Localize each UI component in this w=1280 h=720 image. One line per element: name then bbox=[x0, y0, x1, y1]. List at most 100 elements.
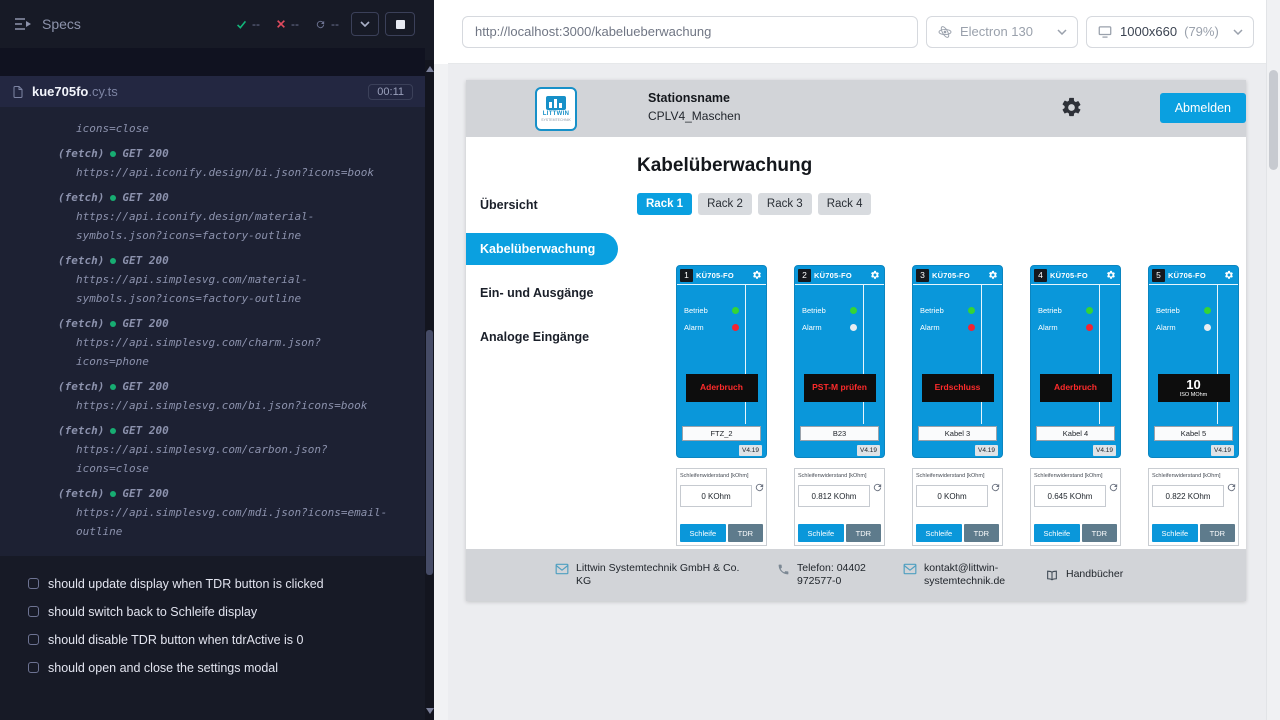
viewport-select[interactable]: 1000x660 (79%) bbox=[1086, 16, 1254, 48]
test-title: should disable TDR button when tdrActive… bbox=[48, 632, 303, 648]
nav-item-analoge-eingaenge[interactable]: Analoge Eingänge bbox=[466, 321, 618, 353]
tdr-button[interactable]: TDR bbox=[1082, 524, 1117, 542]
iso-value-box: 10 ISO MOhm bbox=[1158, 374, 1230, 402]
refresh-icon[interactable] bbox=[1226, 482, 1237, 493]
panel-resizer[interactable] bbox=[434, 0, 448, 720]
x-icon bbox=[276, 19, 286, 29]
schleife-button[interactable]: Schleife bbox=[1034, 524, 1080, 542]
request-url-line: icons=close bbox=[0, 459, 425, 478]
network-log-entry[interactable]: (fetch)GET 200 https://api.simplesvg.com… bbox=[0, 377, 425, 415]
device-settings-icon[interactable] bbox=[870, 270, 880, 280]
footer-company: Littwin Systemtechnik GmbH & Co. KG bbox=[555, 562, 751, 588]
spec-ext: .cy.ts bbox=[88, 84, 117, 99]
tab-rack-2[interactable]: Rack 2 bbox=[698, 193, 752, 215]
settings-gear-icon[interactable] bbox=[1060, 96, 1083, 124]
network-log-entry[interactable]: (fetch)GET 200 https://api.simplesvg.com… bbox=[0, 314, 425, 371]
logo-subtext: SYSTEMTECHNIK bbox=[541, 118, 571, 122]
device-cards: 1 KÜ705-FO Betrieb Alarm Aderbruch FTZ_2… bbox=[676, 265, 1239, 546]
spec-name[interactable]: kue705fo bbox=[32, 84, 88, 99]
test-item[interactable]: should update display when TDR button is… bbox=[0, 570, 425, 598]
runner-scrollbar[interactable] bbox=[425, 60, 434, 720]
tdr-button[interactable]: TDR bbox=[964, 524, 999, 542]
refresh-icon[interactable] bbox=[754, 482, 765, 493]
main-content: Kabelüberwachung Rack 1 Rack 2 Rack 3 Ra… bbox=[618, 137, 1246, 549]
runner-gap bbox=[0, 48, 425, 76]
browser-select[interactable]: Electron 130 bbox=[926, 16, 1078, 48]
footer-manuals[interactable]: Handbücher bbox=[1045, 568, 1123, 582]
test-item[interactable]: should switch back to Schleife display bbox=[0, 598, 425, 626]
stat-pending: -- bbox=[315, 17, 339, 31]
schleife-button[interactable]: Schleife bbox=[680, 524, 726, 542]
request-url-line: icons=close bbox=[0, 119, 425, 138]
tdr-button[interactable]: TDR bbox=[846, 524, 881, 542]
network-log-entry[interactable]: (fetch)GET 200 https://api.iconify.desig… bbox=[0, 144, 425, 182]
firmware-version: V4.19 bbox=[857, 445, 880, 456]
divider bbox=[863, 285, 864, 424]
scrollbar-thumb[interactable] bbox=[426, 330, 433, 575]
page-title: Kabelüberwachung bbox=[637, 155, 812, 177]
tdr-button[interactable]: TDR bbox=[728, 524, 763, 542]
resistance-label: Schleifenwiderstand [kOhm] bbox=[1031, 469, 1120, 480]
test-pending-icon bbox=[28, 578, 39, 589]
nav-item-ein-ausgaenge[interactable]: Ein- und Ausgänge bbox=[466, 277, 618, 309]
station-label: Stationsname bbox=[648, 91, 741, 105]
stat-passed: -- bbox=[236, 17, 260, 31]
test-title: should update display when TDR button is… bbox=[48, 576, 324, 592]
network-log-entry[interactable]: (fetch)GET 200 https://api.simplesvg.com… bbox=[0, 421, 425, 478]
collapse-button[interactable] bbox=[351, 12, 379, 36]
test-item[interactable]: should open and close the settings modal bbox=[0, 654, 425, 682]
device-panel: 4 KÜ705-FO Betrieb Alarm Aderbruch Kabel… bbox=[1030, 265, 1121, 458]
request-type: (fetch) bbox=[58, 377, 104, 396]
page-scrollbar[interactable] bbox=[1266, 0, 1280, 720]
status-dot-icon bbox=[110, 258, 116, 264]
stop-button[interactable] bbox=[385, 12, 415, 36]
device-panel: 5 KÜ706-FO Betrieb Alarm 10 ISO MOhm bbox=[1148, 265, 1239, 458]
specs-label[interactable]: Specs bbox=[42, 16, 81, 32]
device-card-1: 1 KÜ705-FO Betrieb Alarm Aderbruch FTZ_2… bbox=[676, 265, 767, 546]
command-log[interactable]: icons=close (fetch)GET 200 https://api.i… bbox=[0, 107, 425, 556]
aut-background: LITTWIN SYSTEMTECHNIK Stationsname CPLV4… bbox=[448, 64, 1266, 720]
schleife-button[interactable]: Schleife bbox=[1152, 524, 1198, 542]
schleife-button[interactable]: Schleife bbox=[916, 524, 962, 542]
request-status: GET 200 bbox=[122, 144, 168, 163]
device-model: KÜ705-FO bbox=[696, 271, 734, 280]
schleife-button[interactable]: Schleife bbox=[798, 524, 844, 542]
refresh-icon[interactable] bbox=[990, 482, 1001, 493]
device-settings-icon[interactable] bbox=[752, 270, 762, 280]
specs-toggle-icon[interactable] bbox=[14, 17, 32, 31]
betrieb-led bbox=[1086, 307, 1093, 314]
stat-failed: -- bbox=[276, 17, 299, 31]
logout-button[interactable]: Abmelden bbox=[1160, 93, 1246, 123]
spec-file-icon bbox=[12, 85, 24, 99]
network-log-entry[interactable]: (fetch)GET 200 https://api.simplesvg.com… bbox=[0, 484, 425, 541]
tab-rack-1[interactable]: Rack 1 bbox=[637, 193, 692, 215]
tdr-button[interactable]: TDR bbox=[1200, 524, 1235, 542]
divider bbox=[745, 285, 746, 424]
url-input[interactable] bbox=[462, 16, 918, 48]
scrollbar-thumb[interactable] bbox=[1269, 70, 1278, 170]
viewport-icon bbox=[1097, 25, 1113, 39]
device-settings-icon[interactable] bbox=[988, 270, 998, 280]
device-settings-icon[interactable] bbox=[1224, 270, 1234, 280]
tab-rack-3[interactable]: Rack 3 bbox=[758, 193, 812, 215]
test-title: should switch back to Schleife display bbox=[48, 604, 257, 620]
device-model: KÜ705-FO bbox=[814, 271, 852, 280]
network-log-entry[interactable]: (fetch)GET 200 https://api.iconify.desig… bbox=[0, 188, 425, 245]
scroll-up-icon[interactable] bbox=[426, 66, 434, 72]
scroll-down-icon[interactable] bbox=[426, 708, 434, 714]
nav-item-kabelueberwachung[interactable]: Kabelüberwachung bbox=[466, 233, 618, 265]
chevron-down-icon bbox=[360, 21, 370, 27]
alarm-label: Alarm bbox=[1038, 323, 1058, 332]
test-item[interactable]: should disable TDR button when tdrActive… bbox=[0, 626, 425, 654]
device-settings-icon[interactable] bbox=[1106, 270, 1116, 280]
refresh-icon[interactable] bbox=[1108, 482, 1119, 493]
network-log-entry[interactable]: (fetch)GET 200 https://api.simplesvg.com… bbox=[0, 251, 425, 308]
tab-rack-4[interactable]: Rack 4 bbox=[818, 193, 872, 215]
nav-item-uebersicht[interactable]: Übersicht bbox=[466, 189, 618, 221]
request-url-line: symbols.json?icons=factory-outline bbox=[0, 226, 425, 245]
footer-email[interactable]: kontakt@littwin-systemtechnik.de bbox=[903, 562, 1019, 588]
footer-phone: Telefon: 04402 972577-0 bbox=[777, 562, 877, 588]
firmware-version: V4.19 bbox=[1211, 445, 1234, 456]
refresh-icon[interactable] bbox=[872, 482, 883, 493]
device-panel: 3 KÜ705-FO Betrieb Alarm Erdschluss Kabe… bbox=[912, 265, 1003, 458]
